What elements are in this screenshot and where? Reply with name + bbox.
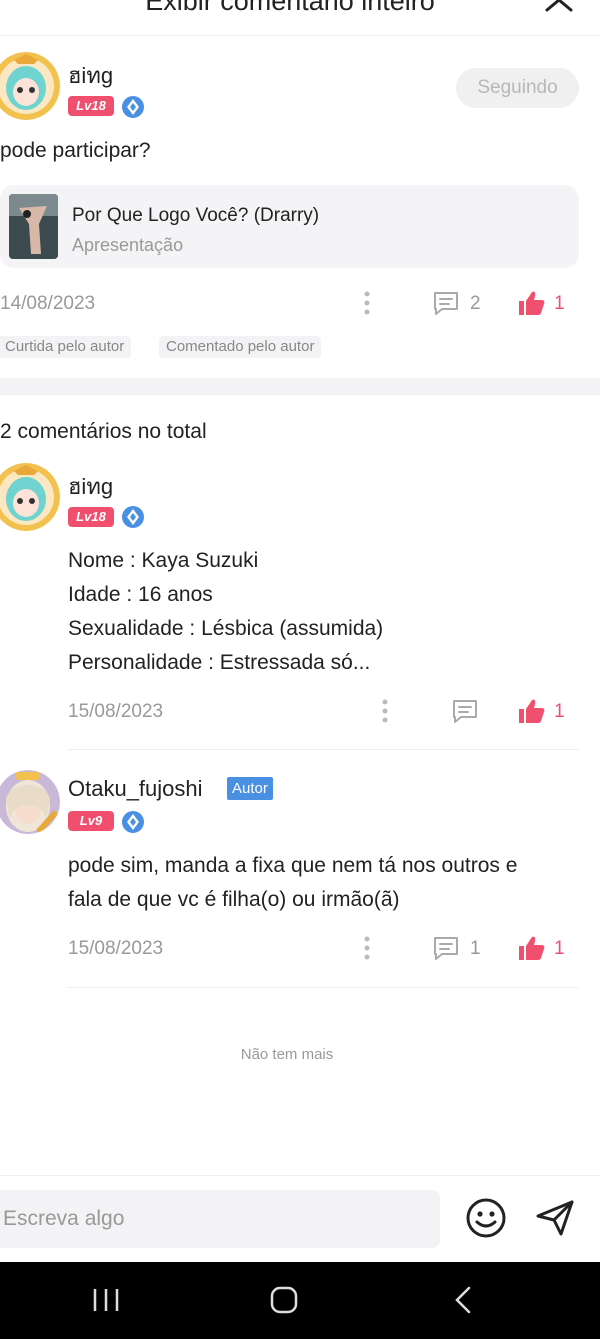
comment-line: Idade : 16 anos xyxy=(68,583,213,606)
thumbs-up-icon[interactable] xyxy=(517,698,545,724)
follow-button[interactable]: Seguindo xyxy=(456,68,579,108)
comment-line: Sexualidade : Lésbica (assumida) xyxy=(68,617,384,640)
link-thumbnail xyxy=(9,194,58,259)
avatar[interactable] xyxy=(0,463,60,531)
recent-apps-icon[interactable] xyxy=(91,1287,121,1313)
comment-icon[interactable] xyxy=(432,290,460,316)
comment-line: pode sim, manda a fixa que nem tá nos ou… xyxy=(68,854,518,877)
avatar[interactable] xyxy=(0,52,60,120)
comment-text: pode sim, manda a fixa que nem tá nos ou… xyxy=(68,849,517,917)
shield-icon xyxy=(122,506,144,528)
post-text: pode participar? xyxy=(0,139,151,162)
comment-date: 15/08/2023 xyxy=(68,701,164,722)
divider xyxy=(68,987,579,988)
reply-icon[interactable] xyxy=(451,698,479,724)
close-icon[interactable] xyxy=(544,0,574,16)
home-icon[interactable] xyxy=(269,1285,299,1315)
post-date: 14/08/2023 xyxy=(0,293,96,314)
shield-icon xyxy=(122,811,144,833)
thumbs-up-icon[interactable] xyxy=(517,935,545,961)
comment-icon[interactable] xyxy=(432,935,460,961)
link-subtitle: Apresentação xyxy=(72,235,184,255)
more-icon[interactable] xyxy=(363,291,371,315)
link-title[interactable]: Por Que Logo Você? (Drarry) xyxy=(72,205,319,227)
more-icon[interactable] xyxy=(381,699,389,723)
section-divider xyxy=(0,378,600,395)
send-icon[interactable] xyxy=(535,1199,575,1237)
comment-input[interactable] xyxy=(3,1190,433,1248)
comment-text: Nome : Kaya Suzuki Idade : 16 anos Sexua… xyxy=(68,544,383,680)
tag-liked-by-author: Curtida pelo autor xyxy=(0,336,132,358)
comment-like-count: 1 xyxy=(554,701,565,722)
header: Exibir comentário inteiro xyxy=(0,0,600,36)
author-badge: Autor xyxy=(227,777,273,800)
post-username[interactable]: ฮiทg xyxy=(68,58,113,93)
comment-line: fala de que vc é filha(o) ou irmão(ã) xyxy=(68,888,400,911)
comment-username[interactable]: Otaku_fujoshi xyxy=(68,776,203,802)
back-icon[interactable] xyxy=(453,1285,473,1315)
divider xyxy=(68,749,579,750)
comments-total: 2 comentários no total xyxy=(0,420,207,443)
level-badge: Lv18 xyxy=(68,96,114,116)
comment-like-count: 1 xyxy=(554,938,565,959)
comment-date: 15/08/2023 xyxy=(68,938,164,959)
more-icon[interactable] xyxy=(363,936,371,960)
level-badge: Lv9 xyxy=(68,811,114,831)
page-title: Exibir comentário inteiro xyxy=(145,0,435,16)
system-nav-bar xyxy=(0,1262,600,1339)
tag-commented-by-author: Comentado pelo autor xyxy=(159,336,322,358)
shield-icon xyxy=(122,96,144,118)
comment-line: Nome : Kaya Suzuki xyxy=(68,549,259,572)
post-comment-count: 2 xyxy=(470,293,481,314)
thumbs-up-icon[interactable] xyxy=(517,290,545,316)
comment-line: Personalidade : Estressada só... xyxy=(68,651,371,674)
emoji-icon[interactable] xyxy=(465,1197,507,1239)
end-of-list: Não tem mais xyxy=(240,1046,334,1063)
post-like-count: 1 xyxy=(554,293,565,314)
level-badge: Lv18 xyxy=(68,507,114,527)
avatar[interactable] xyxy=(0,770,60,834)
comment-reply-count: 1 xyxy=(470,938,481,959)
comment-username[interactable]: ฮiทg xyxy=(68,469,113,504)
